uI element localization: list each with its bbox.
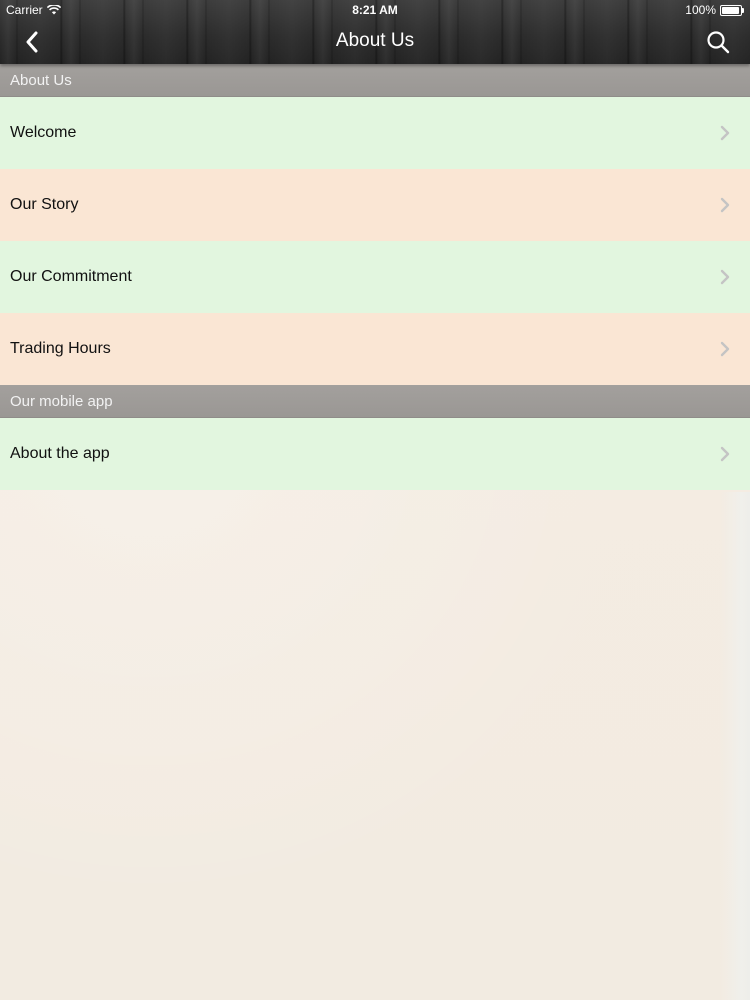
list-item-welcome[interactable]: Welcome	[0, 97, 750, 169]
battery-icon	[720, 4, 744, 16]
chevron-right-icon	[720, 269, 730, 285]
nav-bar: About Us	[0, 20, 750, 64]
battery-percent: 100%	[685, 3, 716, 17]
chevron-right-icon	[720, 125, 730, 141]
chevron-right-icon	[720, 341, 730, 357]
list-item-our-story[interactable]: Our Story	[0, 169, 750, 241]
content-area[interactable]: About Us Welcome Our Story Our Commitmen…	[0, 64, 750, 1000]
section-header-our-mobile-app: Our mobile app	[0, 385, 750, 418]
page-title: About Us	[335, 30, 415, 51]
list-item-label: Welcome	[10, 124, 77, 141]
list-item-label: Our Story	[10, 196, 79, 213]
paper-torn-edge	[720, 492, 750, 1000]
search-button[interactable]	[702, 26, 734, 58]
battery-indicator: 100%	[685, 3, 744, 17]
status-time: 8:21 AM	[352, 3, 398, 17]
list-item-about-the-app[interactable]: About the app	[0, 418, 750, 490]
chevron-right-icon	[720, 197, 730, 213]
navigation-header: Carrier 8:21 AM 100% About Us	[0, 0, 750, 64]
section-header-about-us: About Us	[0, 64, 750, 97]
list-item-trading-hours[interactable]: Trading Hours	[0, 313, 750, 385]
list-item-label: Our Commitment	[10, 268, 132, 285]
list-item-label: Trading Hours	[10, 340, 111, 357]
list-item-our-commitment[interactable]: Our Commitment	[0, 241, 750, 313]
list-item-label: About the app	[10, 445, 110, 462]
search-icon	[707, 31, 730, 54]
chevron-right-icon	[720, 446, 730, 462]
status-bar: Carrier 8:21 AM 100%	[0, 0, 750, 20]
